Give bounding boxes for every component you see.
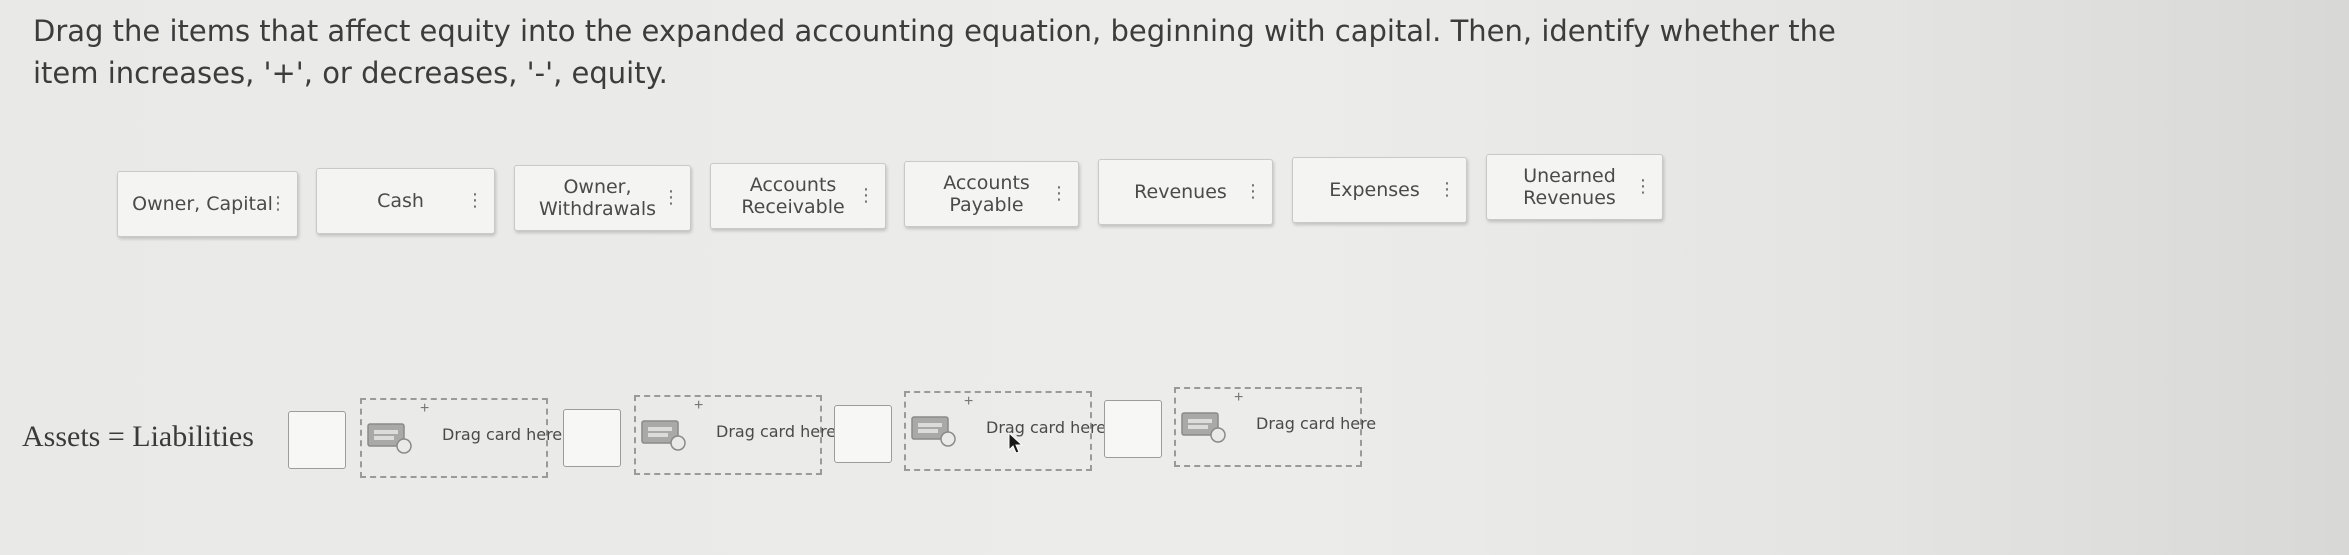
equation-label: Assets = Liabilities <box>22 420 254 453</box>
instructions-line-2: item increases, '+', or decreases, '-', … <box>33 56 668 90</box>
drag-card-icon <box>641 420 686 451</box>
grip-dots-icon[interactable]: ⋮ <box>269 195 287 213</box>
dropzone-text: Drag card here <box>442 425 563 444</box>
card-unearned-revenues[interactable]: Unearned Revenues ⋮ <box>1486 154 1663 220</box>
card-accounts-payable[interactable]: Accounts Payable ⋮ <box>904 161 1079 227</box>
sign-box-3[interactable] <box>834 405 892 463</box>
dropzone-3[interactable]: + Drag card here <box>904 391 1106 471</box>
card-label: Accounts Receivable <box>741 174 845 218</box>
grip-dots-icon[interactable]: ⋮ <box>1438 181 1456 199</box>
sign-box-2[interactable] <box>563 409 621 467</box>
drag-card-icon <box>367 423 412 454</box>
sign-box-1[interactable] <box>288 411 346 469</box>
card-accounts-receivable[interactable]: Accounts Receivable ⋮ <box>710 163 886 229</box>
card-label: Unearned Revenues <box>1523 165 1616 209</box>
grip-dots-icon[interactable]: ⋮ <box>1634 178 1652 196</box>
drag-card-icon <box>1181 412 1226 443</box>
card-owner-capital[interactable]: Owner, Capital ⋮ <box>117 171 298 237</box>
card-revenues[interactable]: Revenues ⋮ <box>1098 159 1273 225</box>
drag-card-icon <box>911 416 956 447</box>
grip-dots-icon[interactable]: ⋮ <box>1050 185 1068 203</box>
grip-dots-icon[interactable]: ⋮ <box>1244 183 1262 201</box>
card-label: Owner, Withdrawals <box>538 176 656 220</box>
plus-icon: + <box>964 393 974 410</box>
dropzone-2[interactable]: + Drag card here <box>634 395 836 475</box>
mouse-pointer-icon <box>1008 432 1024 454</box>
card-cash[interactable]: Cash ⋮ <box>316 168 495 234</box>
card-label: Revenues <box>1134 181 1227 203</box>
card-owner-withdrawals[interactable]: Owner, Withdrawals ⋮ <box>514 165 691 231</box>
sign-box-4[interactable] <box>1104 400 1162 458</box>
plus-icon: + <box>1234 389 1244 406</box>
dropzone-4[interactable]: + Drag card here <box>1174 387 1376 467</box>
card-label: Cash <box>377 190 424 212</box>
grip-dots-icon[interactable]: ⋮ <box>662 189 680 207</box>
plus-icon: + <box>420 400 430 417</box>
dropzone-text: Drag card here <box>1256 414 1377 433</box>
card-label: Owner, Capital <box>132 193 273 215</box>
instructions-line-1: Drag the items that affect equity into t… <box>33 14 1836 48</box>
instructions: Drag the items that affect equity into t… <box>33 10 1836 94</box>
dropzone-text: Drag card here <box>716 422 837 441</box>
plus-icon: + <box>694 397 704 414</box>
dropzone-1[interactable]: + Drag card here <box>360 398 562 478</box>
grip-dots-icon[interactable]: ⋮ <box>466 192 484 210</box>
card-label: Expenses <box>1329 179 1420 201</box>
grip-dots-icon[interactable]: ⋮ <box>857 187 875 205</box>
dropzone-text: Drag card here <box>986 418 1107 437</box>
card-label: Accounts Payable <box>943 172 1030 216</box>
card-expenses[interactable]: Expenses ⋮ <box>1292 157 1467 223</box>
